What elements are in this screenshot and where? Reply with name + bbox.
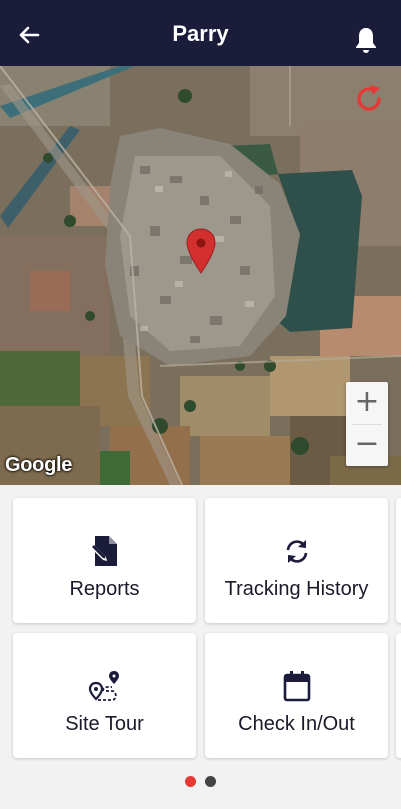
map-attribution: Google <box>5 454 73 476</box>
app-bar: Parry <box>0 0 401 66</box>
report-edit-icon <box>88 536 117 566</box>
calendar-icon <box>283 671 310 702</box>
site-tour-card[interactable]: Site Tour <box>13 633 196 758</box>
page-indicator <box>0 776 401 787</box>
sync-icon <box>286 540 307 563</box>
zoom-divider <box>352 424 382 425</box>
tracking-history-card[interactable]: Tracking History <box>205 498 388 623</box>
zoom-controls: + − <box>346 382 388 466</box>
bell-icon[interactable] <box>353 26 379 56</box>
map-view[interactable]: + − Google <box>0 66 401 485</box>
page-dot-1[interactable] <box>185 776 196 787</box>
satellite-map-image <box>0 66 401 485</box>
page-dot-2[interactable] <box>205 776 216 787</box>
check-in-out-card[interactable]: Check In/Out <box>205 633 388 758</box>
route-icon <box>88 671 119 701</box>
zoom-in-button[interactable]: + <box>346 382 388 424</box>
page-title: Parry <box>172 21 229 46</box>
map-pin-icon[interactable] <box>186 228 216 274</box>
menu-grid: Reports Tracking History Site Tour Check… <box>0 485 401 775</box>
refresh-icon[interactable] <box>352 82 386 116</box>
reports-card[interactable]: Reports <box>13 498 196 623</box>
zoom-out-button[interactable]: − <box>346 424 388 466</box>
reports-label: Reports <box>69 578 140 600</box>
site-tour-label: Site Tour <box>65 713 144 735</box>
tracking-history-label: Tracking History <box>224 578 369 600</box>
next-page-card-peek[interactable] <box>396 498 401 623</box>
check-in-out-label: Check In/Out <box>238 713 355 735</box>
next-page-card-peek-2[interactable] <box>396 633 401 758</box>
